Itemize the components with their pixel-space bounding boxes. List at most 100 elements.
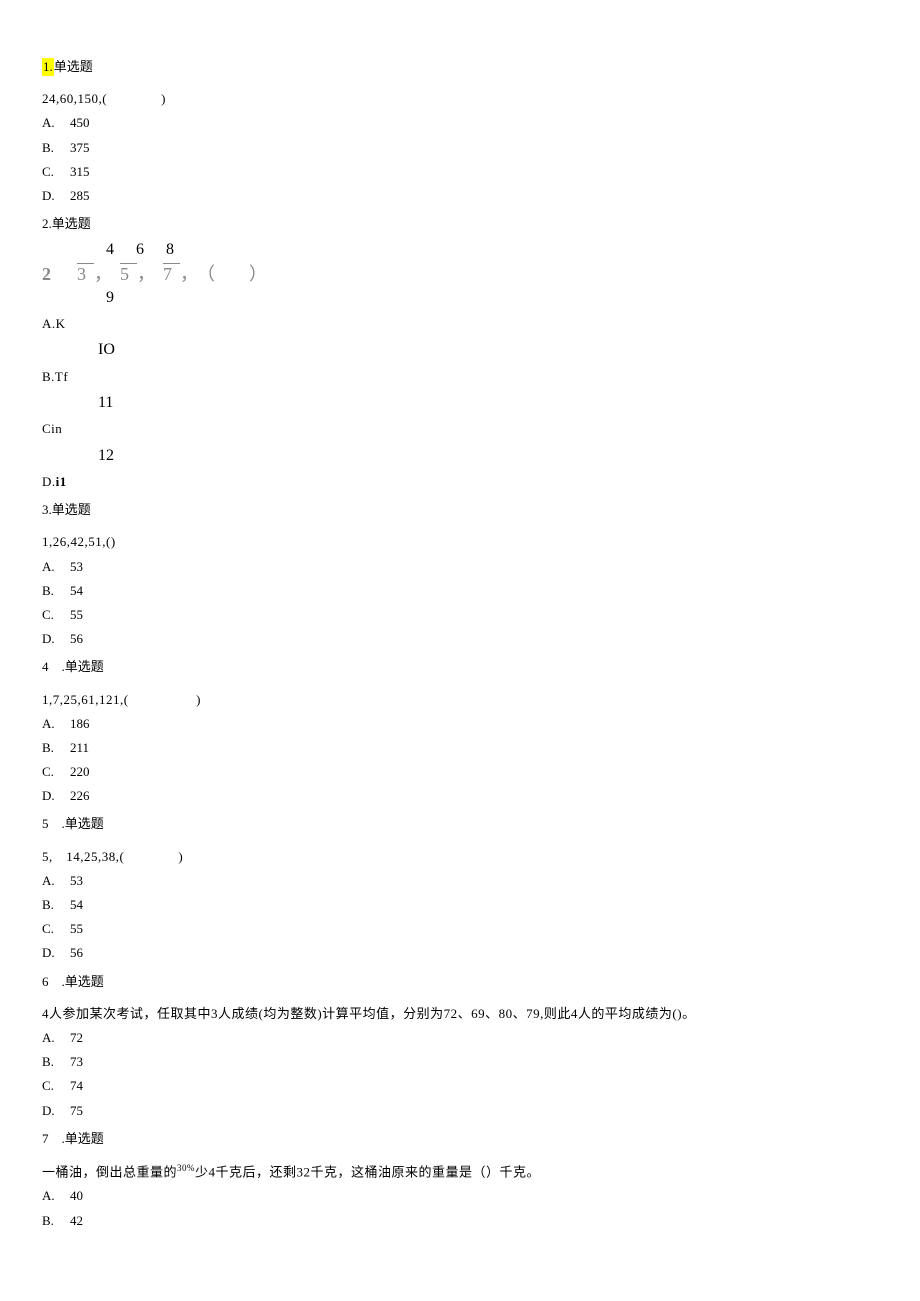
opt-letter: B. [42,582,70,600]
q1-opt-d[interactable]: D.285 [42,187,878,205]
q2-frac-rest: 3，5，7，（ ） [77,264,275,284]
opt-letter: B. [42,896,70,914]
opt-letter: C. [42,606,70,624]
q6-opt-c[interactable]: C.74 [42,1077,878,1095]
opt-letter: D. [42,787,70,805]
opt-text: 226 [70,788,90,803]
opt-text: 72 [70,1030,83,1045]
q2-fraction: 468 2 3，5，7，（ ） 9 [42,239,878,309]
opt-text: 220 [70,764,90,779]
q1-type: 单选题 [54,59,93,74]
q4-opt-b[interactable]: B.211 [42,739,878,757]
opt-text: 42 [70,1213,83,1228]
q4-stem: 1,7,25,61,121,( ) [42,691,878,709]
opt-text: 315 [70,164,90,179]
opt-letter: A. [42,558,70,576]
opt-text: 55 [70,607,83,622]
q5-opt-d[interactable]: D.56 [42,944,878,962]
q2-d-label: D. [42,474,56,489]
q5-header: 5 .单选题 [42,815,878,833]
opt-letter: D. [42,1102,70,1120]
q5-opt-c[interactable]: C.55 [42,920,878,938]
opt-text: 53 [70,559,83,574]
q5-opt-a[interactable]: A.53 [42,872,878,890]
q7-header: 7 .单选题 [42,1130,878,1148]
opt-text: 40 [70,1188,83,1203]
q7-opt-a[interactable]: A.40 [42,1187,878,1205]
q2-frac-bottom: 9 [42,287,878,309]
q6-stem: 4人参加某次考试，任取其中3人成绩(均为整数)计算平均值，分别为72、69、80… [42,1005,878,1023]
q1-stem: 24,60,150,( ) [42,90,878,108]
opt-letter: B. [42,139,70,157]
q1-opt-b[interactable]: B.375 [42,139,878,157]
opt-letter: C. [42,920,70,938]
q6-opt-a[interactable]: A.72 [42,1029,878,1047]
q3-stem: 1,26,42,51,() [42,533,878,551]
q2-frac-two: 2 [42,264,59,284]
q2-a-num: IO [42,339,878,361]
q2-opt-c[interactable]: Cin [42,420,878,438]
q4-opt-a[interactable]: A.186 [42,715,878,733]
opt-text: 56 [70,945,83,960]
opt-letter: A. [42,1187,70,1205]
q3-opt-a[interactable]: A.53 [42,558,878,576]
q3-opt-b[interactable]: B.54 [42,582,878,600]
q1-num-highlight: 1. [42,58,54,76]
q6-header: 6 .单选题 [42,973,878,991]
opt-letter: A. [42,872,70,890]
opt-letter: D. [42,944,70,962]
opt-letter: B. [42,739,70,757]
q1-header: 1.单选题 [42,58,878,76]
q3-header: 3.单选题 [42,501,878,519]
opt-letter: A. [42,715,70,733]
q7-stem-pct: 30% [177,1163,195,1173]
opt-text: 375 [70,140,90,155]
q3-opt-d[interactable]: D.56 [42,630,878,648]
q3-opt-c[interactable]: C.55 [42,606,878,624]
q2-b-label: B.Tf [42,369,68,384]
q2-opt-d[interactable]: D.i1 [42,473,878,491]
opt-text: 56 [70,631,83,646]
q6-opt-d[interactable]: D.75 [42,1102,878,1120]
opt-letter: A. [42,1029,70,1047]
q2-b-num: 11 [42,392,878,414]
q1-opt-a[interactable]: A.450 [42,114,878,132]
opt-letter: B. [42,1053,70,1071]
q4-opt-d[interactable]: D.226 [42,787,878,805]
opt-text: 74 [70,1078,83,1093]
q2-c-label: Cin [42,421,62,436]
opt-text: 186 [70,716,90,731]
q1-opt-c[interactable]: C.315 [42,163,878,181]
opt-text: 55 [70,921,83,936]
opt-text: 54 [70,897,83,912]
opt-letter: A. [42,114,70,132]
q7-stem: 一桶油，倒出总重量的30%少4千克后，还剩32千克，这桶油原来的重量是（）千克。 [42,1162,878,1182]
opt-text: 75 [70,1103,83,1118]
q7-stem-post: 少4千克后，还剩32千克，这桶油原来的重量是（）千克。 [195,1164,540,1179]
opt-text: 211 [70,740,89,755]
q2-header: 2.单选题 [42,215,878,233]
q2-frac-mid: 2 3，5，7，（ ） [42,262,878,287]
q2-opt-b[interactable]: B.Tf [42,368,878,386]
opt-letter: B. [42,1212,70,1230]
q2-opt-a[interactable]: A.K [42,315,878,333]
opt-letter: C. [42,1077,70,1095]
q7-opt-b[interactable]: B.42 [42,1212,878,1230]
opt-letter: C. [42,163,70,181]
q7-stem-pre: 一桶油，倒出总重量的 [42,1164,177,1179]
q2-d-val: i1 [56,474,67,489]
q2-a-label: A.K [42,316,66,331]
opt-text: 73 [70,1054,83,1069]
opt-letter: C. [42,763,70,781]
opt-text: 53 [70,873,83,888]
q5-stem: 5, 14,25,38,( ) [42,848,878,866]
q2-frac-numerators: 468 [42,239,878,261]
opt-text: 285 [70,188,90,203]
q4-header: 4 .单选题 [42,658,878,676]
opt-letter: D. [42,630,70,648]
opt-text: 450 [70,115,90,130]
opt-letter: D. [42,187,70,205]
q5-opt-b[interactable]: B.54 [42,896,878,914]
q6-opt-b[interactable]: B.73 [42,1053,878,1071]
q4-opt-c[interactable]: C.220 [42,763,878,781]
